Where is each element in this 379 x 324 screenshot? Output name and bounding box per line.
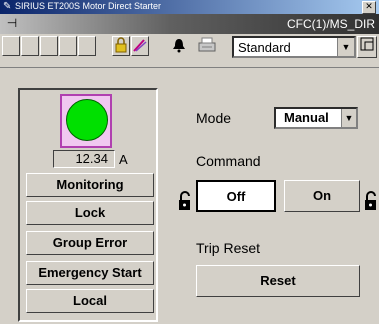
app-icon: ✎ [3, 1, 12, 12]
lock-open-left-icon [177, 190, 193, 215]
chevron-down-icon[interactable]: ▼ [337, 38, 354, 56]
edit-icon[interactable] [131, 36, 149, 56]
bell-icon[interactable] [170, 36, 188, 56]
print-icon[interactable] [196, 36, 216, 56]
view-select[interactable]: Standard ▼ [232, 36, 356, 58]
toolbar-slot-5[interactable] [78, 36, 96, 56]
chevron-down-icon[interactable]: ▼ [341, 109, 356, 127]
toolbar-slot-1[interactable] [2, 36, 20, 56]
mode-select-value: Manual [284, 110, 329, 125]
reset-button[interactable]: Reset [196, 265, 360, 297]
toolbar-slot-2[interactable] [21, 36, 39, 56]
command-label: Command [196, 153, 261, 169]
block-path: CFC(1)/MS_DIR [286, 17, 375, 31]
off-button[interactable]: Off [196, 180, 276, 212]
lock-button[interactable]: Lock [26, 201, 154, 225]
title-bar: ✎ SIRIUS ET200S Motor Direct Starter ✕ [0, 0, 379, 14]
resize-icon[interactable] [357, 36, 377, 58]
current-value: 12.34 [53, 150, 115, 168]
monitoring-button[interactable]: Monitoring [26, 173, 154, 197]
mode-select[interactable]: Manual ▼ [274, 107, 358, 129]
toolbar-slot-3[interactable] [40, 36, 58, 56]
path-bar: ⊣ CFC(1)/MS_DIR [0, 14, 379, 34]
window-title: SIRIUS ET200S Motor Direct Starter [15, 1, 162, 11]
local-button[interactable]: Local [26, 289, 154, 313]
pin-icon[interactable]: ⊣ [4, 16, 20, 31]
lock-icon[interactable] [112, 36, 130, 56]
current-unit: A [119, 152, 128, 167]
emergency-start-button[interactable]: Emergency Start [26, 261, 154, 285]
trip-reset-label: Trip Reset [196, 240, 261, 256]
view-select-value: Standard [238, 40, 291, 55]
group-error-button[interactable]: Group Error [26, 231, 154, 255]
close-button[interactable]: ✕ [362, 1, 376, 14]
on-button[interactable]: On [284, 180, 360, 212]
toolbar-slot-4[interactable] [59, 36, 77, 56]
lock-open-right-icon [363, 190, 379, 215]
mode-label: Mode [196, 110, 232, 126]
status-led [66, 99, 108, 141]
toolbar: Standard ▼ [0, 34, 379, 68]
